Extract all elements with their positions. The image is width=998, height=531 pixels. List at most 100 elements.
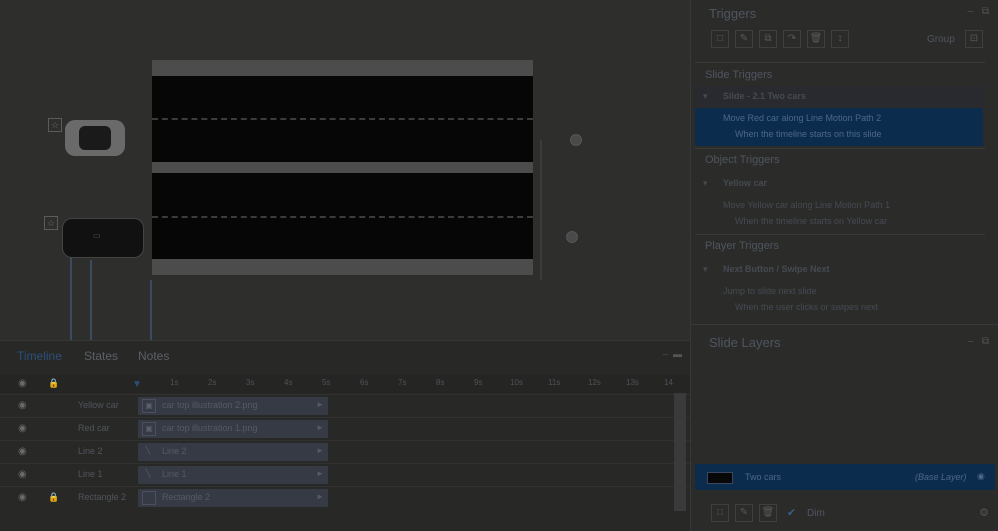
slide-canvas: ☆ ☆ ▭ [0, 0, 690, 340]
timeline-row[interactable]: ◉ Yellow car ▣ car top illustration 2.pn… [0, 394, 690, 418]
object-bar[interactable]: ╲ Line 1 ► [138, 466, 328, 484]
tab-states[interactable]: States [84, 349, 118, 363]
row-name: Line 2 [78, 446, 103, 456]
checkbox-icon[interactable]: ✔ [787, 506, 796, 519]
tab-notes[interactable]: Notes [138, 349, 169, 363]
timeline-scrollbar[interactable] [674, 393, 686, 511]
motion-path-line[interactable] [90, 260, 92, 340]
eye-icon[interactable]: ◉ [18, 469, 27, 480]
timeline-header: ◉ 🔒 ▼ [0, 375, 690, 393]
popout-icon[interactable]: ⧉ [982, 6, 989, 17]
slide-triggers-header[interactable]: Slide Triggers [695, 62, 985, 87]
star-icon[interactable]: ☆ [48, 118, 62, 132]
timeline-row[interactable]: ◉ Line 1 ╲ Line 1 ► [0, 463, 690, 487]
right-panel: Triggers – ⧉ □ ✎ ⧉ ↷ 🗑 ↕ Group ⊡ Slide T… [690, 0, 998, 530]
eye-icon[interactable]: ◉ [18, 446, 27, 457]
slide-trigger-group[interactable]: ▾ Slide - 2.1 Two cars [695, 86, 985, 106]
object-bar[interactable]: Rectangle 2 ► [138, 489, 328, 507]
eye-icon[interactable]: ◉ [18, 400, 27, 411]
row-name: Line 1 [78, 469, 103, 479]
motion-path-line[interactable] [70, 258, 72, 340]
edit-layer-icon[interactable]: ✎ [735, 504, 753, 522]
dim-label[interactable]: Dim [807, 508, 825, 519]
path-handle[interactable] [570, 134, 582, 146]
time-tick: 6s [360, 378, 369, 387]
time-tick: 9s [474, 378, 483, 387]
line-icon: ╲ [145, 469, 151, 478]
lock-icon[interactable]: 🔒 [48, 378, 59, 389]
slide-layers-title: Slide Layers [709, 335, 781, 350]
object-label: Rectangle 2 [162, 492, 211, 502]
object-label: Line 1 [162, 469, 187, 479]
trigger-action[interactable]: Jump to slide next slide [723, 286, 817, 296]
time-tick: 7s [398, 378, 407, 387]
trigger-condition[interactable]: When the user clicks or swipes next [735, 302, 878, 312]
player-triggers-heading: Player Triggers [705, 240, 779, 252]
minimize-icon[interactable]: – [967, 336, 973, 347]
object-label: car top illustration 1.png [162, 423, 258, 433]
move-icon[interactable]: ↕ [831, 30, 849, 48]
path-handle[interactable] [566, 231, 578, 243]
expand-arrow-icon[interactable]: ► [316, 469, 324, 478]
new-layer-icon[interactable]: □ [711, 504, 729, 522]
slide-name: Slide - 2.1 Two cars [723, 91, 806, 101]
eye-icon[interactable]: ◉ [977, 471, 985, 482]
gear-icon[interactable]: ⚙ [979, 506, 989, 519]
time-tick: 3s [246, 378, 255, 387]
tab-timeline[interactable]: Timeline [17, 349, 62, 363]
copy-icon[interactable]: ⧉ [759, 30, 777, 48]
slide[interactable] [152, 60, 533, 275]
image-icon: ▣ [142, 422, 156, 436]
motion-path-line[interactable] [150, 280, 152, 340]
delete-layer-icon[interactable]: 🗑 [759, 504, 777, 522]
collapse-icon[interactable]: ▬ [673, 349, 682, 359]
time-tick: 8s [436, 378, 445, 387]
selected-trigger[interactable]: Move Red car along Line Motion Path 2 Wh… [695, 108, 983, 146]
object-bar[interactable]: ▣ car top illustration 1.png ► [138, 420, 328, 438]
edit-trigger-icon[interactable]: ✎ [735, 30, 753, 48]
star-icon[interactable]: ☆ [44, 216, 58, 230]
time-tick: 5s [322, 378, 331, 387]
trigger-condition[interactable]: When the timeline starts on Yellow car [735, 216, 887, 226]
expand-arrow-icon[interactable]: ► [316, 492, 324, 501]
object-bar[interactable]: ╲ Line 2 ► [138, 443, 328, 461]
object-name: Yellow car [723, 178, 768, 188]
base-layer-row[interactable]: Two cars (Base Layer) ◉ [695, 464, 995, 490]
minimize-icon[interactable]: – [663, 349, 668, 359]
object-label: Line 2 [162, 446, 187, 456]
layer-tag: (Base Layer) [915, 472, 967, 482]
row-name: Yellow car [78, 400, 119, 410]
collapse-arrow-icon[interactable]: ▾ [703, 91, 708, 102]
expand-arrow-icon[interactable]: ► [316, 446, 324, 455]
lock-icon[interactable]: 🔒 [48, 492, 59, 503]
trigger-action[interactable]: Move Yellow car along Line Motion Path 1 [723, 200, 890, 210]
playhead-icon[interactable]: ▼ [132, 379, 142, 390]
object-bar[interactable]: ▣ car top illustration 2.png ► [138, 397, 328, 415]
eye-icon[interactable]: ◉ [18, 492, 27, 503]
divider [691, 324, 998, 325]
eye-icon[interactable]: ◉ [18, 423, 27, 434]
timeline-row[interactable]: ◉ 🔒 Rectangle 2 Rectangle 2 ► [0, 486, 690, 510]
delete-icon[interactable]: 🗑 [807, 30, 825, 48]
timeline-row[interactable]: ◉ Line 2 ╲ Line 2 ► [0, 440, 690, 464]
collapse-arrow-icon[interactable]: ▾ [703, 264, 708, 275]
paste-icon[interactable]: ↷ [783, 30, 801, 48]
yellow-car[interactable]: ▭ [62, 218, 144, 258]
timeline-row[interactable]: ◉ Red car ▣ car top illustration 1.png ► [0, 417, 690, 441]
group-label[interactable]: Group [927, 34, 955, 45]
time-tick: 10s [510, 378, 523, 387]
expand-arrow-icon[interactable]: ► [316, 423, 324, 432]
collapse-arrow-icon[interactable]: ▾ [703, 178, 708, 189]
new-trigger-icon[interactable]: □ [711, 30, 729, 48]
expand-arrow-icon[interactable]: ► [316, 400, 324, 409]
red-car[interactable] [65, 120, 125, 156]
object-triggers-header[interactable]: Object Triggers [695, 148, 985, 173]
group-icon[interactable]: ⊡ [965, 30, 983, 48]
object-triggers-heading: Object Triggers [705, 154, 780, 166]
minimize-icon[interactable]: – [967, 6, 973, 17]
player-triggers-header[interactable]: Player Triggers [695, 234, 985, 259]
popout-icon[interactable]: ⧉ [982, 336, 989, 347]
time-tick: 13s [626, 378, 639, 387]
motion-path-line[interactable] [540, 140, 542, 280]
eye-icon[interactable]: ◉ [18, 378, 27, 389]
